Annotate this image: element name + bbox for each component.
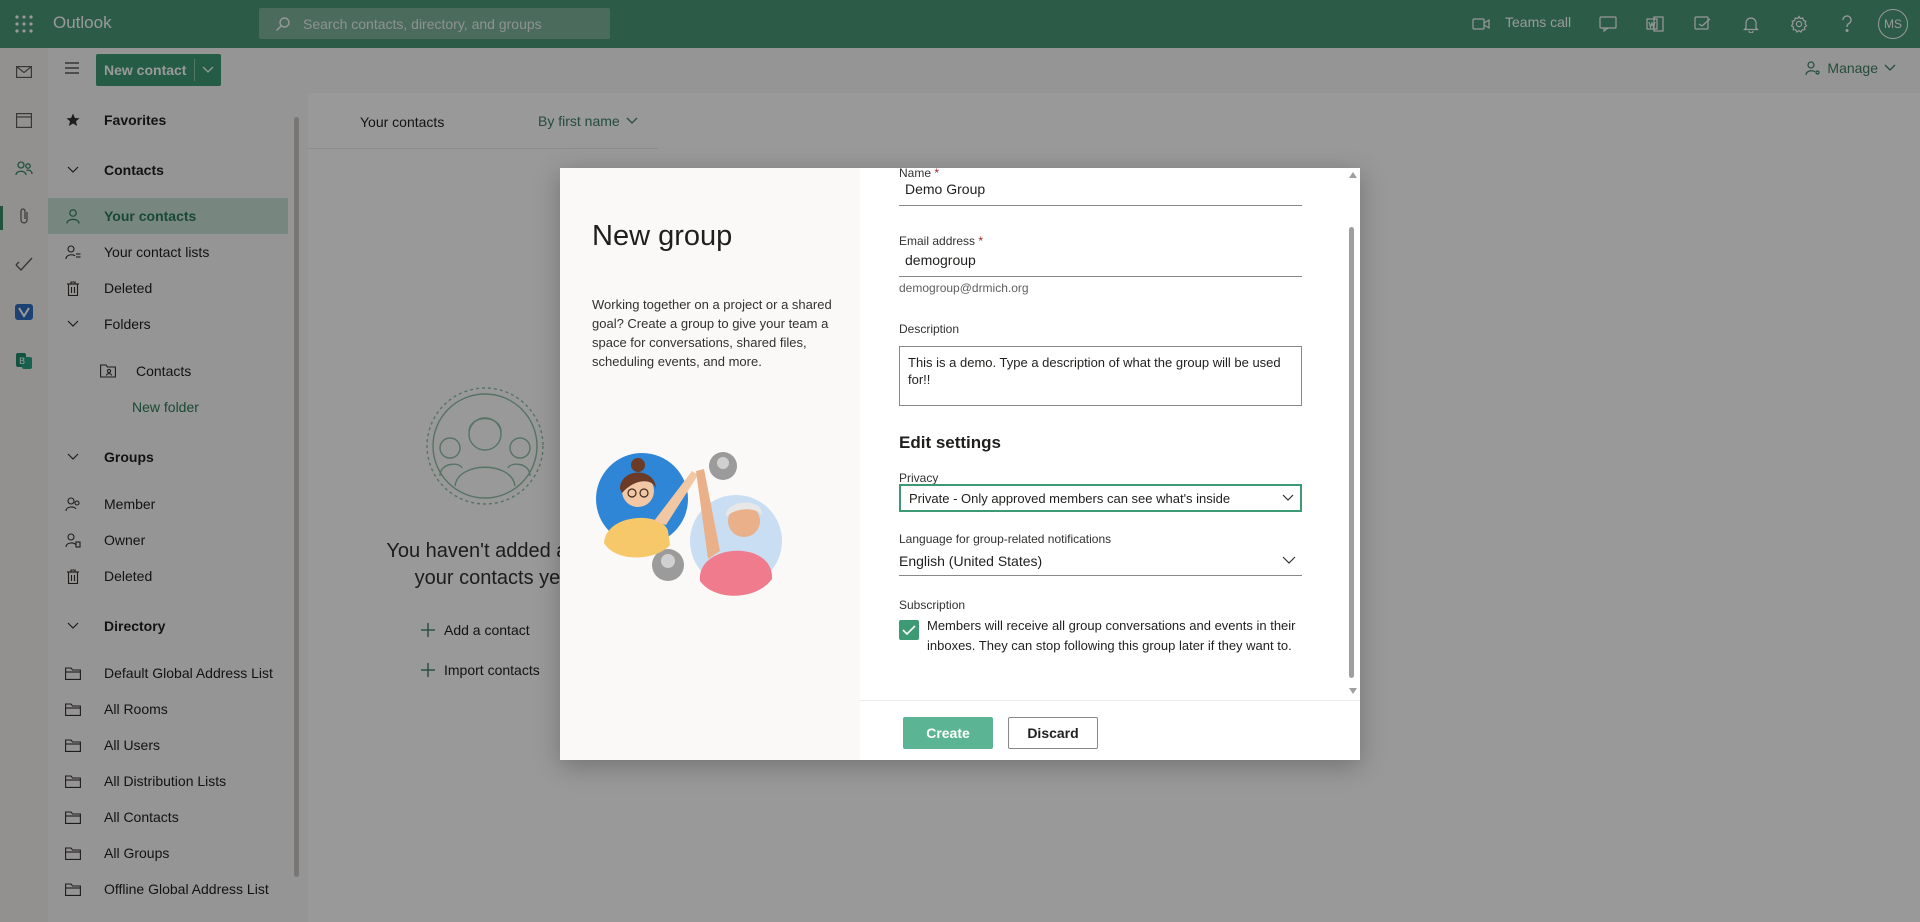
name-field[interactable] [899,175,1306,206]
description-label: Description [899,322,960,336]
email-input[interactable] [899,246,1306,274]
dialog-footer: Create Discard [860,700,1360,761]
name-input[interactable] [899,175,1306,203]
edit-settings-heading: Edit settings [899,433,1002,452]
email-field[interactable] [899,246,1306,277]
discard-button[interactable]: Discard [1008,717,1098,749]
dialog-form: Name * Email address * demogroup@drmich.… [860,168,1360,700]
dialog-intro-text: Working together on a project or a share… [592,297,832,369]
checkmark-icon [902,625,916,635]
chevron-down-icon [1282,494,1294,502]
description-textarea[interactable]: This is a demo. Type a description of wh… [899,346,1302,406]
email-helper-text: demogroup@drmich.org [899,281,1029,295]
chevron-down-icon [1282,556,1296,564]
subscription-checkbox[interactable] [899,620,919,640]
language-label: Language for group-related notifications [899,532,1112,546]
language-value: English (United States) [899,553,1043,569]
privacy-value: Private - Only approved members can see … [909,490,1231,506]
privacy-select[interactable]: Private - Only approved members can see … [899,484,1302,512]
language-select[interactable]: English (United States) [899,548,1302,576]
group-illustration [596,451,792,597]
subscription-text: Members will receive all group conversat… [927,618,1296,653]
privacy-label: Privacy [899,471,939,485]
subscription-label: Subscription [899,598,966,612]
dialog-title: New group [592,220,733,252]
new-group-dialog: New group Working together on a project … [560,168,1360,760]
dialog-intro-panel: New group Working together on a project … [560,168,860,760]
create-button[interactable]: Create [903,717,993,749]
dialog-scrollbar-thumb[interactable] [1349,227,1354,678]
